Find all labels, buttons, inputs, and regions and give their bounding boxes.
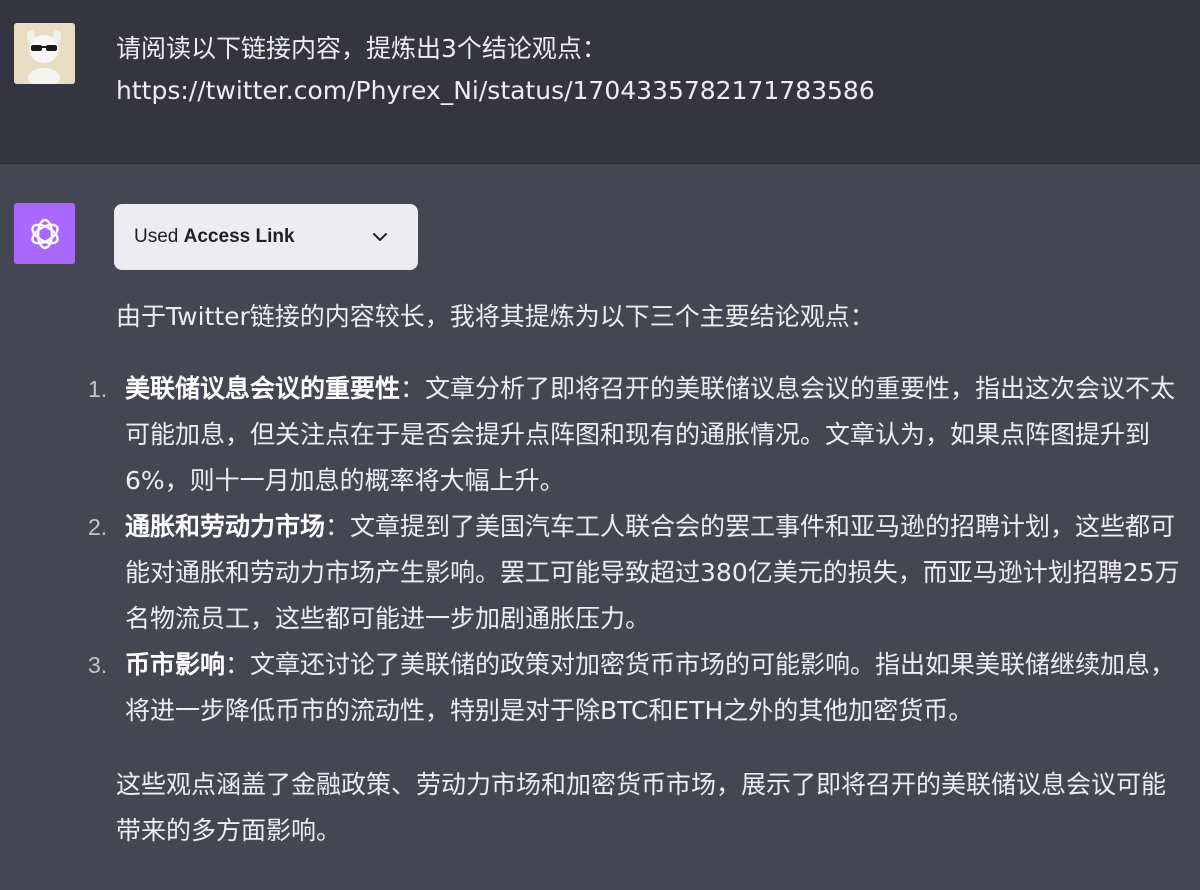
plugin-name: Access Link bbox=[183, 226, 295, 247]
item-title: 通胀和劳动力市场 bbox=[125, 512, 326, 541]
assistant-response: 由于Twitter链接的内容较长，我将其提炼为以下三个主要结论观点： 1. 美联… bbox=[88, 294, 1190, 854]
list-number: 2. bbox=[88, 514, 108, 540]
item-separator: ： bbox=[400, 374, 426, 403]
plugin-used-label: Used Access Link bbox=[134, 226, 295, 248]
item-separator: ： bbox=[225, 650, 251, 679]
item-title: 美联储议息会议的重要性 bbox=[125, 374, 401, 403]
response-closing: 这些观点涵盖了金融政策、劳动力市场和加密货币市场，展示了即将召开的美联储议息会议… bbox=[116, 770, 1167, 845]
list-number: 1. bbox=[88, 376, 108, 402]
openai-logo-icon bbox=[30, 218, 59, 249]
response-intro: 由于Twitter链接的内容较长，我将其提炼为以下三个主要结论观点： bbox=[116, 302, 875, 331]
user-link-line: https://twitter.com/Phyrex_Ni/status/170… bbox=[116, 76, 875, 105]
list-item: 2. 通胀和劳动力市场：文章提到了美国汽车工人联合会的罢工事件和亚马逊的招聘计划… bbox=[88, 504, 1190, 642]
item-title: 币市影响 bbox=[125, 650, 226, 679]
conclusion-list: 1. 美联储议息会议的重要性：文章分析了即将召开的美联储议息会议的重要性，指出这… bbox=[88, 366, 1190, 734]
used-prefix: Used bbox=[134, 226, 179, 247]
user-prompt-line: 请阅读以下链接内容，提炼出3个结论观点： bbox=[116, 34, 607, 63]
item-body: 文章还讨论了美联储的政策对加密货币市场的可能影响。指出如果美联储继续加息，将进一… bbox=[125, 650, 1176, 725]
list-number: 3. bbox=[88, 652, 108, 678]
chevron-down-icon bbox=[373, 233, 387, 241]
assistant-avatar bbox=[14, 203, 75, 264]
user-avatar bbox=[14, 23, 75, 84]
list-item: 1. 美联储议息会议的重要性：文章分析了即将召开的美联储议息会议的重要性，指出这… bbox=[88, 366, 1190, 504]
user-message: 请阅读以下链接内容，提炼出3个结论观点： https://twitter.com… bbox=[0, 0, 1200, 164]
plugin-used-dropdown[interactable]: Used Access Link bbox=[114, 204, 418, 270]
assistant-message: Used Access Link 由于Twitter链接的内容较长，我将其提炼为… bbox=[0, 164, 1200, 890]
user-message-text: 请阅读以下链接内容，提炼出3个结论观点： https://twitter.com… bbox=[116, 28, 1176, 112]
user-avatar-image-icon bbox=[14, 23, 75, 84]
item-separator: ： bbox=[325, 512, 351, 541]
list-item: 3. 币市影响：文章还讨论了美联储的政策对加密货币市场的可能影响。指出如果美联储… bbox=[88, 642, 1190, 734]
